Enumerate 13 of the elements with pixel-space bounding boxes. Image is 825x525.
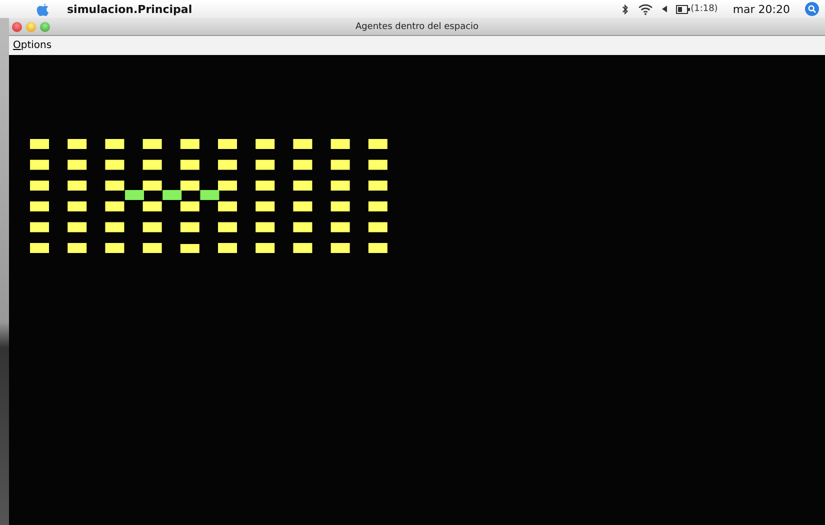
battery-time: (1:18) (690, 4, 718, 14)
speaker-icon[interactable] (662, 5, 667, 13)
wifi-icon[interactable] (638, 4, 653, 14)
battery-icon[interactable] (676, 4, 690, 14)
window-title: Agentes dentro del espacio (354, 22, 480, 32)
menu-item[interactable]: Options (13, 40, 52, 51)
zoom-icon[interactable] (40, 22, 50, 32)
apple-icon[interactable] (36, 1, 50, 17)
bluetooth-icon[interactable] (622, 4, 629, 14)
app-name[interactable]: simulacion.Principal (67, 2, 192, 16)
clock[interactable]: mar 20:20 (732, 2, 790, 16)
search-icon[interactable] (805, 2, 819, 16)
close-icon[interactable] (12, 22, 22, 32)
